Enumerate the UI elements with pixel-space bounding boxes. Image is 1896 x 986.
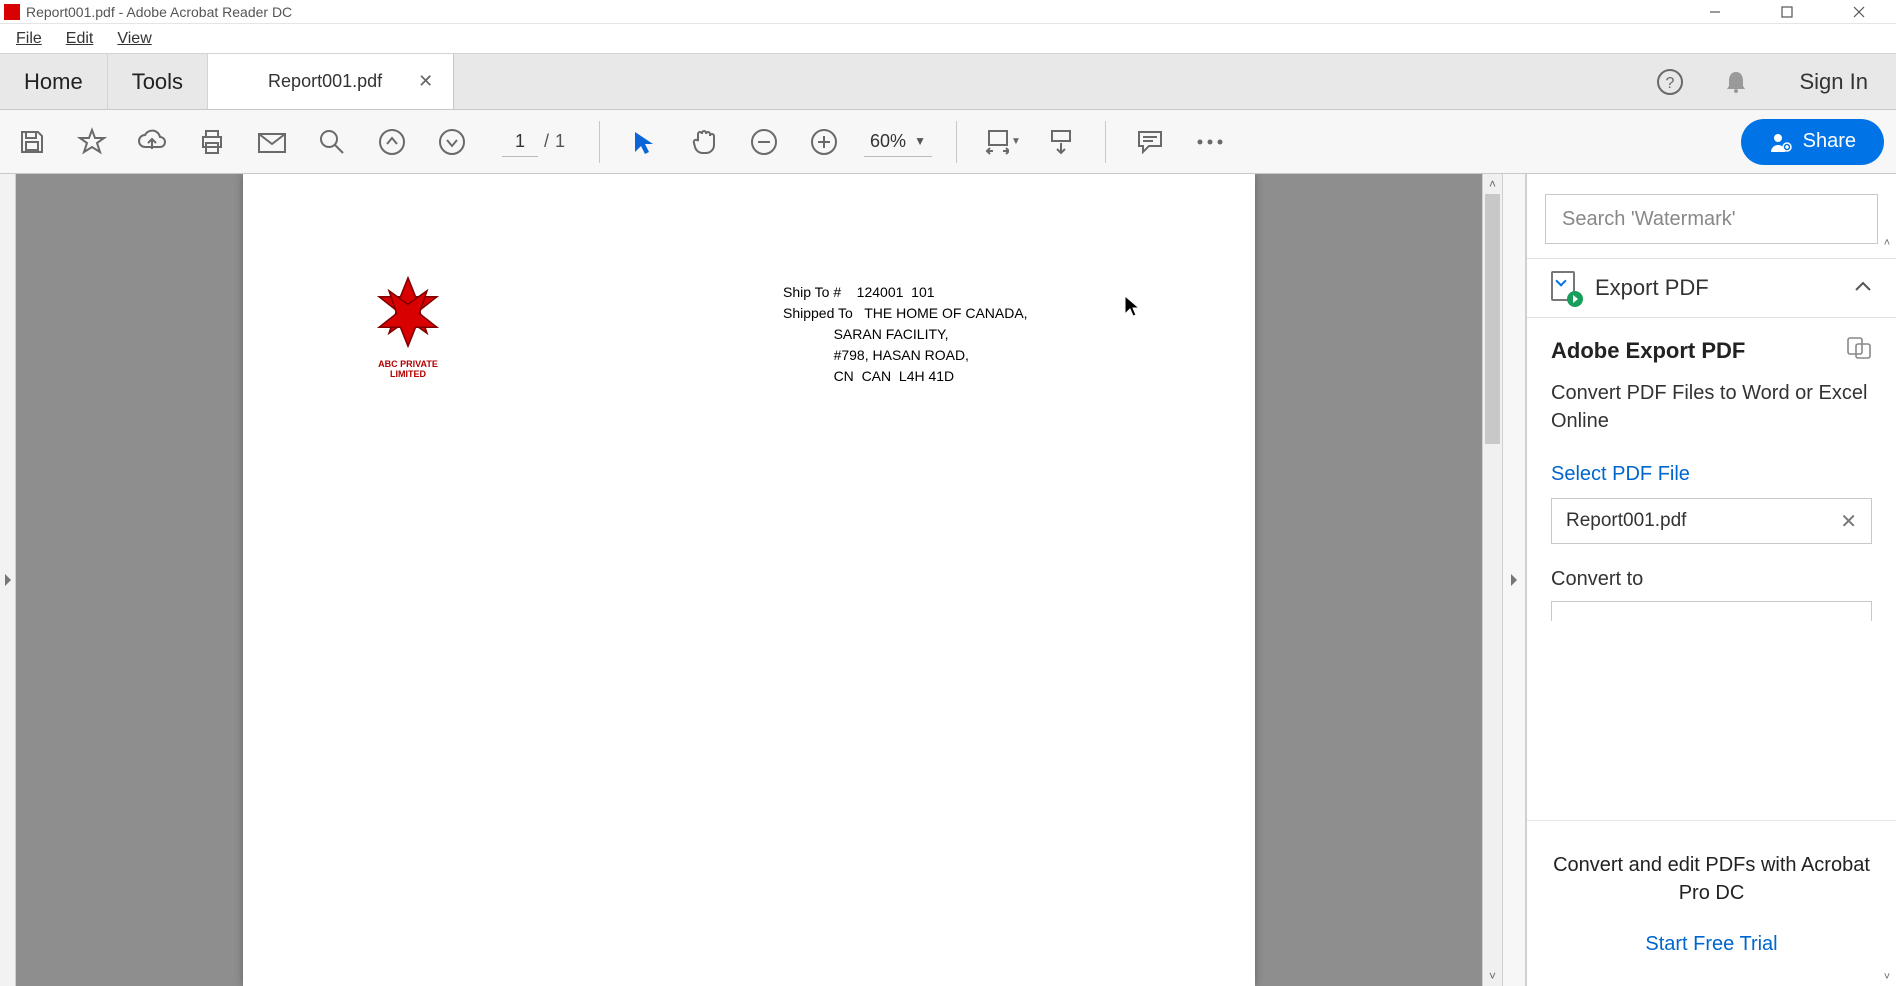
mail-icon[interactable]: [252, 122, 292, 162]
minimize-button[interactable]: [1692, 0, 1738, 24]
zoom-out-icon[interactable]: [744, 122, 784, 162]
chevron-right-icon: [1511, 574, 1517, 586]
document-scrollbar[interactable]: ˄ ˅: [1482, 174, 1502, 986]
page-total: 1: [555, 131, 565, 152]
menu-file[interactable]: File: [4, 28, 54, 50]
menu-bar: File Edit View: [0, 24, 1896, 54]
promo-section: Convert and edit PDFs with Acrobat Pro D…: [1527, 820, 1896, 986]
menu-view[interactable]: View: [105, 28, 163, 50]
zoom-value: 60%: [870, 131, 906, 152]
more-icon[interactable]: [1190, 122, 1230, 162]
svg-text:?: ?: [1665, 75, 1674, 92]
hand-tool-icon[interactable]: [684, 122, 724, 162]
document-area[interactable]: ABC PRIVATE LIMITED Ship To # 124001 101…: [16, 174, 1482, 986]
toolbar: / 1 60% ▼ ▼ Share: [0, 110, 1896, 174]
help-icon[interactable]: ?: [1648, 60, 1692, 104]
cloud-files-icon[interactable]: [1846, 336, 1872, 365]
maximize-button[interactable]: [1764, 0, 1810, 24]
selected-file-name: Report001.pdf: [1566, 510, 1686, 532]
chevron-right-icon: [5, 574, 11, 586]
convert-to-select[interactable]: [1551, 601, 1872, 621]
bell-icon[interactable]: [1714, 60, 1758, 104]
fit-width-icon[interactable]: ▼: [981, 122, 1021, 162]
page-down-icon[interactable]: [432, 122, 472, 162]
print-icon[interactable]: [192, 122, 232, 162]
tools-panel-toggle[interactable]: [1502, 174, 1526, 986]
export-title: Adobe Export PDF: [1551, 338, 1846, 364]
sign-in-link[interactable]: Sign In: [1800, 69, 1869, 95]
company-caption: ABC PRIVATE LIMITED: [363, 359, 453, 379]
window-controls: [1692, 0, 1882, 24]
comment-icon[interactable]: [1130, 122, 1170, 162]
promo-text: Convert and edit PDFs with Acrobat Pro D…: [1551, 851, 1872, 907]
star-icon[interactable]: [72, 122, 112, 162]
close-button[interactable]: [1836, 0, 1882, 24]
export-pdf-section: Adobe Export PDF Convert PDF Files to Wo…: [1527, 318, 1896, 621]
document-tab-label: Report001.pdf: [268, 71, 382, 92]
ship-to-block: Ship To # 124001 101 Shipped To THE HOME…: [783, 282, 1028, 387]
zoom-in-icon[interactable]: [804, 122, 844, 162]
separator: [956, 121, 957, 163]
share-button[interactable]: Share: [1741, 119, 1884, 165]
cloud-upload-icon[interactable]: [132, 122, 172, 162]
scroll-up-icon[interactable]: ˄: [1878, 234, 1896, 252]
scroll-mode-icon[interactable]: [1041, 122, 1081, 162]
document-tab[interactable]: Report001.pdf ✕: [208, 54, 454, 109]
tab-row: Home Tools Report001.pdf ✕ ? Sign In: [0, 54, 1896, 110]
select-file-label: Select PDF File: [1551, 463, 1872, 486]
scroll-thumb[interactable]: [1485, 194, 1500, 444]
menu-edit[interactable]: Edit: [54, 28, 106, 50]
chevron-down-icon: ▼: [914, 134, 926, 148]
right-panel: Search 'Watermark' Export PDF Adobe Expo…: [1526, 174, 1896, 986]
convert-to-label: Convert to: [1551, 568, 1872, 591]
page-indicator: / 1: [502, 127, 565, 157]
tab-tools[interactable]: Tools: [108, 54, 208, 109]
page-up-icon[interactable]: [372, 122, 412, 162]
start-trial-link[interactable]: Start Free Trial: [1551, 933, 1872, 956]
title-bar: Report001.pdf - Adobe Acrobat Reader DC: [0, 0, 1896, 24]
scroll-down-icon[interactable]: ˅: [1878, 968, 1896, 986]
separator: [599, 121, 600, 163]
zoom-select[interactable]: 60% ▼: [864, 127, 932, 157]
company-logo: ABC PRIVATE LIMITED: [363, 270, 453, 379]
export-pdf-label: Export PDF: [1595, 275, 1840, 301]
tab-home[interactable]: Home: [0, 54, 108, 109]
tools-search-input[interactable]: Search 'Watermark': [1545, 194, 1878, 244]
chevron-up-icon: [1854, 279, 1872, 297]
export-pdf-icon: [1551, 271, 1581, 305]
export-pdf-header[interactable]: Export PDF: [1527, 258, 1896, 318]
save-icon[interactable]: [12, 122, 52, 162]
selection-tool-icon[interactable]: [624, 122, 664, 162]
selected-file-box[interactable]: Report001.pdf ✕: [1551, 498, 1872, 544]
pdf-page: ABC PRIVATE LIMITED Ship To # 124001 101…: [243, 174, 1255, 986]
page-sep: /: [544, 131, 549, 152]
export-desc: Convert PDF Files to Word or Excel Onlin…: [1551, 379, 1872, 435]
scroll-up-icon[interactable]: ˄: [1483, 174, 1502, 194]
search-placeholder: Search 'Watermark': [1562, 208, 1736, 231]
share-label: Share: [1803, 130, 1856, 153]
acrobat-icon: [4, 4, 20, 20]
left-panel-toggle[interactable]: [0, 174, 16, 986]
page-input[interactable]: [502, 127, 538, 157]
share-person-icon: [1769, 130, 1793, 154]
clear-file-button[interactable]: ✕: [1840, 509, 1857, 534]
scroll-down-icon[interactable]: ˅: [1483, 966, 1502, 986]
right-panel-scrollbar[interactable]: ˄ ˅: [1878, 234, 1896, 986]
close-tab-button[interactable]: ✕: [418, 71, 433, 92]
workspace: ABC PRIVATE LIMITED Ship To # 124001 101…: [0, 174, 1896, 986]
separator: [1105, 121, 1106, 163]
window-title: Report001.pdf - Adobe Acrobat Reader DC: [26, 4, 1692, 20]
find-icon[interactable]: [312, 122, 352, 162]
